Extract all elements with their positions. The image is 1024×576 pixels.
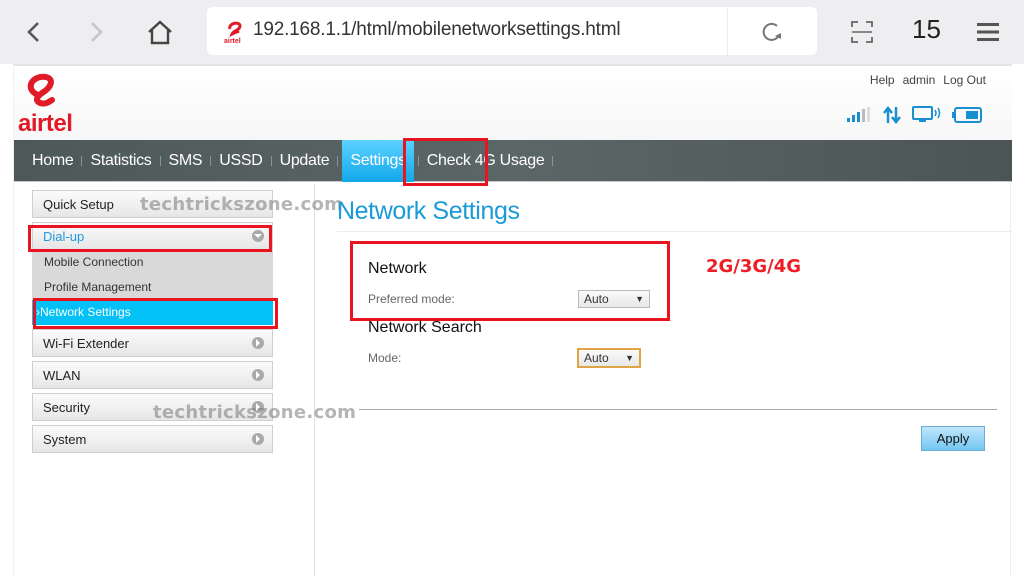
sidebar-item-label: Network Settings bbox=[40, 305, 131, 319]
nav-separator bbox=[337, 155, 339, 166]
nav-settings[interactable]: Settings bbox=[342, 139, 414, 182]
watermark-text: techtrickszone.com bbox=[140, 194, 344, 215]
network-highlight-box bbox=[350, 241, 670, 321]
page-header: airtel Help admin Log Out bbox=[14, 64, 1012, 140]
dial-up-submenu: Mobile Connection Profile Management ›Ne… bbox=[32, 250, 273, 325]
page-title: Network Settings bbox=[337, 197, 520, 225]
dropdown-arrow-icon: ▼ bbox=[625, 353, 634, 363]
signal-strength-icon bbox=[847, 107, 870, 122]
help-link[interactable]: Help bbox=[870, 73, 895, 87]
nav-ussd[interactable]: USSD bbox=[211, 140, 270, 182]
mode-annotation: 2G/3G/4G bbox=[706, 256, 802, 277]
nav-statistics[interactable]: Statistics bbox=[82, 140, 159, 182]
sidebar-item-label: WLAN bbox=[43, 367, 81, 383]
sidebar-item-wifi-extender[interactable]: Wi-Fi Extender bbox=[32, 329, 273, 357]
nav-sms[interactable]: SMS bbox=[161, 140, 211, 182]
screenshot-button[interactable] bbox=[844, 14, 880, 50]
menu-icon bbox=[977, 23, 999, 41]
form-divider bbox=[359, 409, 997, 410]
nav-check-4g-usage[interactable]: Check 4G Usage bbox=[419, 140, 553, 182]
sidebar-divider bbox=[314, 184, 315, 576]
sidebar-item-label: Dial-up bbox=[43, 228, 85, 244]
sidebar-subitem-profile-management[interactable]: Profile Management bbox=[32, 275, 273, 300]
back-button[interactable] bbox=[16, 14, 52, 50]
browser-toolbar: airtel 192.168.1.1/html/mobilenetworkset… bbox=[0, 0, 1024, 64]
preferred-mode-label: Preferred mode: bbox=[368, 292, 455, 306]
nav-home[interactable]: Home bbox=[24, 140, 81, 182]
back-icon bbox=[27, 22, 39, 42]
chevron-right-icon bbox=[252, 433, 264, 445]
chevron-right-icon bbox=[252, 369, 264, 381]
sidebar-subitem-mobile-connection[interactable]: Mobile Connection bbox=[32, 250, 273, 275]
mode-value: Auto bbox=[584, 351, 609, 365]
screenshot-icon bbox=[851, 21, 873, 43]
router-web-page: airtel Help admin Log Out Home Statistic… bbox=[13, 64, 1012, 576]
tab-count[interactable]: 15 bbox=[912, 14, 941, 45]
top-links: Help admin Log Out bbox=[870, 73, 986, 87]
forward-button[interactable] bbox=[78, 14, 114, 50]
address-bar[interactable]: airtel 192.168.1.1/html/mobilenetworkset… bbox=[207, 7, 817, 55]
main-nav: Home Statistics SMS USSD Update Settings… bbox=[14, 139, 1012, 182]
sidebar-item-label: Wi-Fi Extender bbox=[43, 335, 129, 351]
sidebar-item-label: System bbox=[43, 431, 87, 447]
home-button[interactable] bbox=[142, 14, 178, 50]
data-transfer-icon bbox=[883, 106, 901, 124]
nav-separator bbox=[552, 155, 554, 166]
battery-icon bbox=[952, 107, 982, 123]
reload-icon bbox=[762, 22, 781, 41]
nav-update[interactable]: Update bbox=[272, 140, 338, 182]
logo-text: airtel bbox=[18, 110, 73, 137]
reload-button[interactable] bbox=[759, 19, 785, 45]
chevron-down-icon bbox=[252, 230, 264, 242]
sidebar-item-wlan[interactable]: WLAN bbox=[32, 361, 273, 389]
url-divider bbox=[727, 7, 728, 55]
sidebar-item-dial-up[interactable]: Dial-up bbox=[32, 222, 273, 250]
forward-icon bbox=[91, 22, 103, 42]
title-divider bbox=[337, 231, 1012, 232]
logout-link[interactable]: Log Out bbox=[943, 73, 986, 87]
menu-button[interactable] bbox=[970, 14, 1006, 50]
mode-label: Mode: bbox=[368, 351, 402, 365]
sidebar-item-label: Quick Setup bbox=[43, 196, 114, 212]
connected-device-icon bbox=[912, 106, 941, 122]
network-search-heading: Network Search bbox=[368, 319, 482, 336]
svg-text:airtel: airtel bbox=[224, 38, 241, 44]
chevron-right-icon bbox=[252, 337, 264, 349]
user-label: admin bbox=[902, 73, 936, 87]
preferred-mode-value: Auto bbox=[584, 292, 609, 306]
watermark-text: techtrickszone.com bbox=[153, 402, 357, 423]
home-icon bbox=[148, 20, 172, 45]
sidebar-item-label: Security bbox=[43, 399, 90, 415]
sidebar-item-system[interactable]: System bbox=[32, 425, 273, 453]
url-text[interactable]: 192.168.1.1/html/mobilenetworksettings.h… bbox=[253, 19, 621, 41]
status-icons bbox=[846, 106, 982, 124]
network-search-mode-select[interactable]: Auto ▼ bbox=[577, 348, 641, 368]
apply-button[interactable]: Apply bbox=[921, 426, 985, 451]
sidebar-subitem-network-settings[interactable]: ›Network Settings bbox=[32, 300, 273, 325]
network-heading: Network bbox=[368, 260, 427, 277]
dropdown-arrow-icon: ▼ bbox=[635, 294, 644, 304]
preferred-mode-select[interactable]: Auto ▼ bbox=[578, 290, 650, 308]
airtel-favicon-icon: airtel bbox=[224, 20, 246, 45]
